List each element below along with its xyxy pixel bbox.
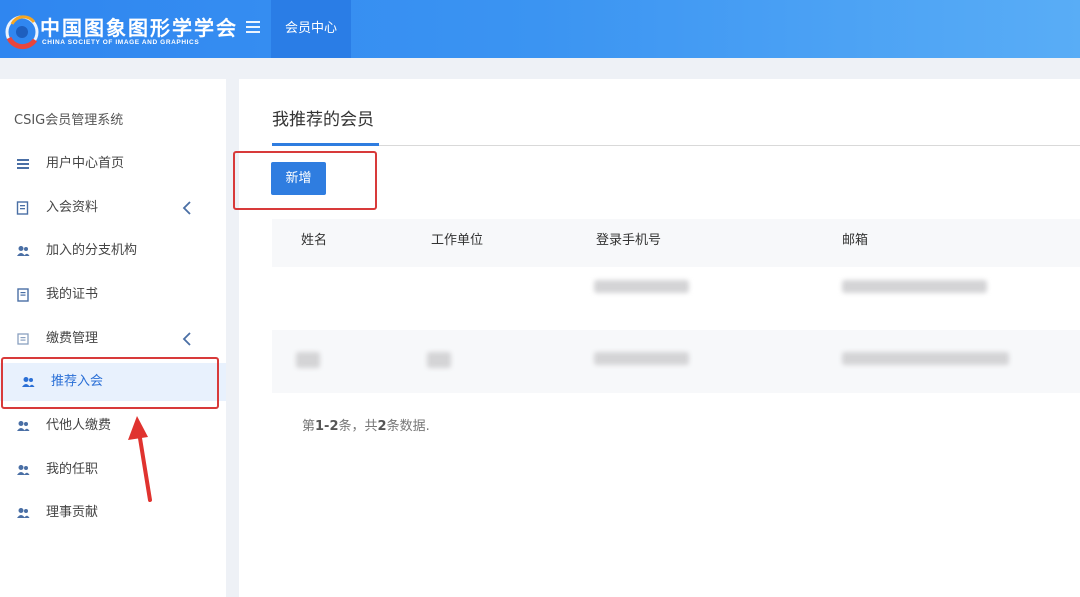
sidebar-item-label: 缴费管理: [46, 331, 99, 346]
title-active-underline: [272, 143, 379, 146]
users-icon: [17, 465, 30, 475]
members-table: 姓名 工作单位 登录手机号 邮箱: [272, 219, 1080, 393]
sidebar-item-label: 代他人缴费: [46, 418, 112, 433]
sidebar-item-membership-info[interactable]: 入会资料: [0, 189, 226, 227]
certificate-icon: [17, 288, 29, 302]
sidebar-item-pay-for-others[interactable]: 代他人缴费: [0, 407, 226, 445]
sidebar: CSIG会员管理系统 用户中心首页 入会资料 加入的分支机构 我的证书 缴费管理…: [0, 79, 226, 597]
column-header-name[interactable]: 姓名: [301, 219, 327, 262]
sidebar-item-certificates[interactable]: 我的证书: [0, 276, 226, 314]
logo-chinese-text: 中国图象图形学学会: [40, 16, 238, 40]
sidebar-item-label: 理事贡献: [46, 505, 99, 520]
blurred-workplace: [427, 352, 451, 368]
logo-emblem-icon: [5, 15, 39, 50]
sidebar-item-label: 我的任职: [46, 462, 99, 477]
chevron-left-icon: [182, 332, 191, 346]
blurred-phone: [594, 352, 689, 365]
users-icon: [17, 508, 30, 518]
table-header: 姓名 工作单位 登录手机号 邮箱: [272, 219, 1080, 267]
system-title: CSIG会员管理系统: [14, 113, 124, 128]
summary-middle: 条，共: [338, 419, 378, 434]
sidebar-item-label: 用户中心首页: [46, 156, 125, 171]
highlight-box-sidebar: [1, 357, 219, 409]
pagination-summary: 第1-2条，共2条数据.: [302, 415, 430, 434]
logo-english-text: CHINA SOCIETY OF IMAGE AND GRAPHICS: [42, 39, 200, 46]
page-title: 我推荐的会员: [272, 110, 374, 130]
highlight-box-add-button: [233, 151, 377, 210]
top-header: 中国图象图形学学会 CHINA SOCIETY OF IMAGE AND GRA…: [0, 0, 1080, 58]
menu-toggle-icon[interactable]: [246, 21, 260, 35]
sidebar-item-label: 加入的分支机构: [46, 243, 138, 258]
payment-icon: [17, 333, 29, 345]
column-header-email[interactable]: 邮箱: [842, 219, 868, 262]
column-header-workplace[interactable]: 工作单位: [431, 219, 483, 262]
blurred-phone: [594, 280, 689, 293]
summary-total: 2: [377, 419, 387, 434]
sidebar-item-branches[interactable]: 加入的分支机构: [0, 232, 226, 270]
csig-logo[interactable]: 中国图象图形学学会 CHINA SOCIETY OF IMAGE AND GRA…: [4, 8, 236, 52]
sidebar-item-council-contribution[interactable]: 理事贡献: [0, 494, 226, 532]
table-row[interactable]: [272, 330, 1080, 393]
column-header-phone[interactable]: 登录手机号: [596, 219, 661, 262]
users-icon: [17, 246, 30, 256]
users-icon: [17, 421, 30, 431]
list-icon: [17, 159, 29, 169]
summary-suffix: 条数据.: [386, 419, 430, 434]
sidebar-item-payment-management[interactable]: 缴费管理: [0, 320, 226, 358]
chevron-left-icon: [182, 201, 191, 215]
summary-range: 1-2: [315, 419, 339, 434]
sidebar-item-user-home[interactable]: 用户中心首页: [0, 145, 226, 183]
sidebar-item-label: 我的证书: [46, 287, 99, 302]
table-row[interactable]: [272, 267, 1080, 330]
red-arrow-icon: [128, 416, 152, 502]
title-divider: [272, 145, 1080, 146]
blurred-email: [842, 352, 1009, 365]
form-icon: [16, 201, 29, 215]
sidebar-item-my-positions[interactable]: 我的任职: [0, 451, 226, 489]
blurred-name: [296, 352, 320, 368]
blurred-email: [842, 280, 987, 293]
summary-prefix: 第: [302, 419, 316, 434]
nav-tab-member-center[interactable]: 会员中心: [271, 0, 351, 58]
sidebar-item-label: 入会资料: [46, 200, 99, 215]
